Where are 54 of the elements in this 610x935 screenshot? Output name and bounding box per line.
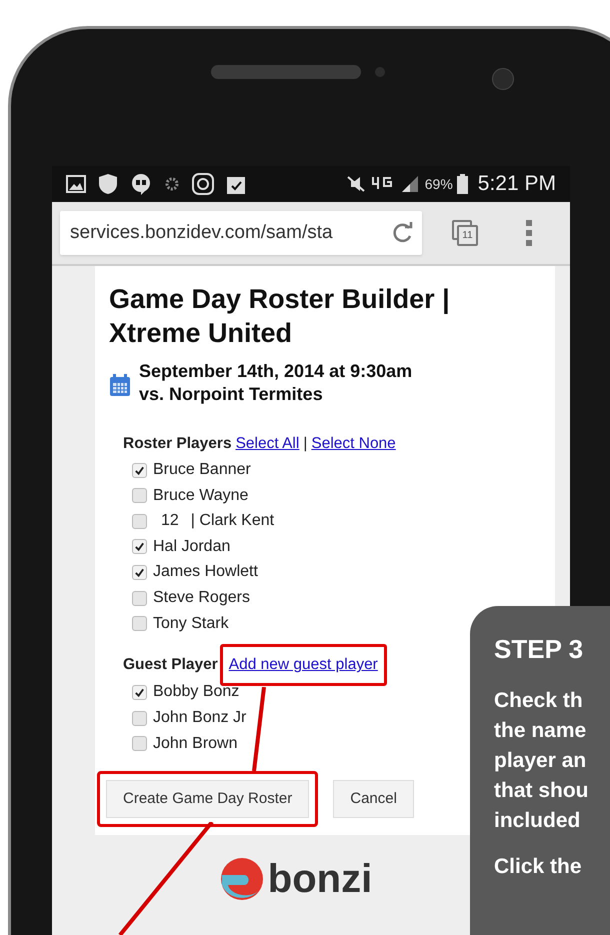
checkbox[interactable] [132, 488, 147, 504]
player-name: Hal Jordan [153, 536, 230, 557]
battery-percent: 69% [424, 174, 453, 194]
reload-icon[interactable] [392, 222, 414, 244]
player-name: John Bonz Jr [153, 708, 246, 728]
player-number: 12 [161, 511, 179, 532]
form-button[interactable]: Create Game Day Roster [106, 780, 310, 818]
event-date: September 14th, 2014 at 9:30am [139, 360, 412, 383]
step-text-line: Click the [494, 854, 583, 880]
player-name: John Brown [153, 734, 238, 754]
shield-icon [98, 173, 118, 195]
roster-label: Roster Players [123, 434, 232, 454]
checkbox[interactable] [132, 462, 147, 478]
form-button[interactable]: Cancel [333, 780, 414, 818]
step-text-line: included [494, 808, 582, 834]
menu-icon[interactable] [526, 220, 532, 246]
step-heading: STEP 3 [494, 634, 584, 664]
checkbox[interactable] [132, 514, 147, 529]
clock-time: 5:21 PM [478, 171, 556, 198]
select-all-link[interactable]: Select All [236, 432, 300, 456]
checkbox[interactable] [132, 539, 147, 554]
player-name: Tony Stark [153, 614, 229, 634]
event-opponent: vs. Norpoint Termites [139, 383, 324, 406]
tab-count: 11 [457, 225, 478, 246]
checkbox[interactable] [132, 590, 147, 606]
link-separator: | [303, 434, 308, 454]
calendar-icon [109, 373, 131, 397]
step-text-line: player an [494, 748, 588, 774]
step-text-line: Check th [494, 688, 584, 714]
chat-bubble-icon [130, 173, 152, 195]
image-icon [66, 175, 86, 193]
checkbox[interactable] [132, 710, 147, 726]
player-name: Bruce Banner [153, 460, 251, 480]
step-text-line: that shou [494, 778, 590, 804]
page-title: Game Day Roster Builder | Xtreme United [109, 283, 451, 350]
select-none-link[interactable]: Select None [311, 432, 396, 456]
add-guest-link[interactable]: Add new guest player [220, 644, 387, 686]
player-name: Steve Rogers [153, 588, 250, 608]
checkbox[interactable] [132, 736, 147, 752]
signal-icon [400, 175, 419, 193]
logo-mark-icon [220, 857, 264, 901]
step-text-line: the name [494, 718, 588, 744]
player-name: James Howlett [153, 562, 258, 582]
gear-icon [164, 176, 180, 192]
checkbox[interactable] [132, 564, 147, 580]
guest-label: Guest Player [123, 655, 218, 676]
logo-text: bonzi [268, 859, 372, 899]
battery-icon [456, 174, 468, 194]
checkbox[interactable] [132, 616, 147, 632]
checkbox[interactable] [132, 684, 147, 700]
url-field[interactable]: services.bonzidev.com/sam/sta [60, 211, 422, 255]
player-name: | Clark Kent [190, 511, 274, 532]
player-name: Bruce Wayne [153, 486, 248, 506]
mute-icon [344, 175, 367, 193]
